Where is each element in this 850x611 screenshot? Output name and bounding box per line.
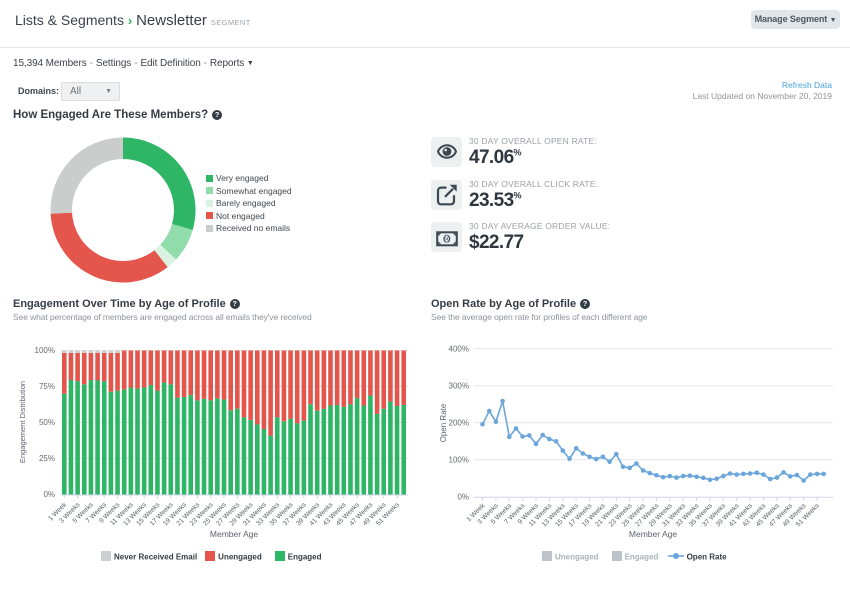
svg-text:100%: 100%	[449, 455, 469, 464]
svg-text:75%: 75%	[39, 382, 55, 391]
svg-text:300%: 300%	[449, 381, 469, 390]
svg-text:50%: 50%	[39, 418, 55, 427]
svg-text:Engagement Distribution: Engagement Distribution	[18, 381, 27, 463]
svg-text:0%: 0%	[457, 492, 469, 501]
svg-text:Open Rate: Open Rate	[439, 403, 448, 442]
svg-text:400%: 400%	[449, 344, 469, 353]
svg-text:0%: 0%	[43, 490, 55, 499]
svg-text:Member Age: Member Age	[210, 529, 258, 539]
svg-text:25%: 25%	[39, 454, 55, 463]
svg-text:Member Age: Member Age	[629, 529, 677, 539]
svg-text:200%: 200%	[449, 418, 469, 427]
svg-text:100%: 100%	[35, 346, 55, 355]
